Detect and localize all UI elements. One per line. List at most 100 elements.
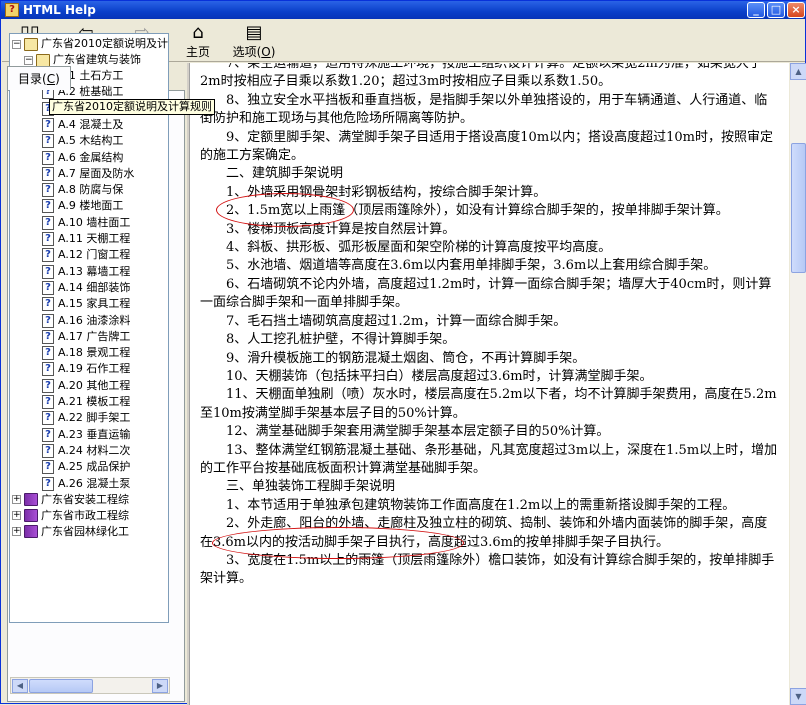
help-page-icon: ? — [42, 166, 54, 181]
tree-book-label: 广东省园林绿化工 — [41, 524, 129, 538]
home-icon: ⌂ — [192, 22, 204, 43]
expand-icon[interactable]: + — [12, 527, 21, 537]
tree-horizontal-scrollbar[interactable]: ◀ ▶ — [10, 677, 170, 694]
open-book-icon — [24, 37, 38, 51]
tree-item[interactable]: ? A.16 油漆涂料 — [42, 313, 130, 329]
tree-book-label: 广东省市政工程综 — [41, 508, 129, 522]
tree-item-label: A.12 门窗工程 — [58, 248, 131, 262]
content-paragraph: 8、独立安全水平挡板和垂直挡板，是指脚手架以外单独搭设的，用于车辆通道、人行通道… — [200, 92, 768, 127]
tree-item[interactable]: ? A.5 木结构工 — [42, 133, 123, 149]
content-paragraph: 4、斜板、拱形板、弧形板屋面和架空阶梯的计算高度按平均高度。 — [226, 240, 612, 256]
content-paragraph: 二、建筑脚手架说明 — [226, 166, 344, 182]
content-paragraph: 9、滑升模板施工的钢筋混凝土烟囱、筒仓，不再计算脚手架。 — [226, 350, 586, 366]
tree-item[interactable]: ? A.18 景观工程 — [42, 345, 130, 361]
tree-item[interactable]: ? A.17 广告牌工 — [42, 329, 130, 345]
tree-item[interactable]: ? A.15 家具工程 — [42, 296, 130, 312]
closed-book-icon — [24, 493, 38, 507]
help-page-icon: ? — [42, 248, 54, 263]
minimize-button[interactable]: _ — [747, 2, 765, 18]
options-button[interactable]: ▤ 选项(O) — [226, 20, 282, 60]
tree-item-label: A.26 混凝土泵 — [58, 476, 131, 490]
tree-item-label: A.17 广告牌工 — [58, 329, 131, 343]
html-help-window: ? HTML Help _ □ × ▯▯ 隐藏 ⇦ 后退 ⇨ 前进 ⌂ 主页 ▤… — [0, 0, 806, 705]
tree-root[interactable]: − 广东省2010定额说明及计算规则 — [12, 36, 168, 52]
tree-scroll-thumb[interactable] — [29, 679, 93, 693]
window-controls: _ □ × — [747, 2, 805, 18]
close-button[interactable]: × — [787, 2, 805, 18]
content-vertical-scrollbar[interactable]: ▲ ▼ — [789, 63, 806, 705]
scroll-down-icon[interactable]: ▼ — [790, 688, 806, 705]
tree-item-label: A.6 金属结构 — [58, 150, 124, 164]
help-page-icon: ? — [42, 476, 54, 491]
tree-item[interactable]: ? A.9 楼地面工 — [42, 198, 123, 214]
tree-item-label: A.11 天棚工程 — [58, 232, 131, 245]
collapse-icon[interactable]: − — [24, 55, 33, 65]
tree-item[interactable]: ? A.20 其他工程 — [42, 378, 130, 394]
tree-root-label: 广东省2010定额说明及计算规则 — [41, 37, 168, 50]
tree-item[interactable]: ? A.21 模板工程 — [42, 394, 130, 410]
home-label: 主页 — [185, 45, 210, 59]
content-paragraph: 1、本节适用于单独承包建筑物装饰工作面高度在1.2m以上的需重新搭设脚手架的工程… — [226, 497, 736, 513]
tree-item[interactable]: ? A.23 垂直运输 — [42, 427, 130, 443]
topic-text: 7、架空运输道，适用特殊施工环境，按施工组织设计计算。定额以架宽2m为准，如架宽… — [200, 63, 780, 589]
tree-item[interactable]: ? A.26 混凝土泵 — [42, 476, 130, 492]
help-page-icon: ? — [42, 215, 54, 230]
tree-book[interactable]: + 广东省园林绿化工 — [12, 524, 129, 540]
tree-item-label: A.5 木结构工 — [58, 134, 124, 148]
tree-item[interactable]: ? A.4 混凝土及 — [42, 117, 123, 133]
tree-item[interactable]: ? A.8 防腐与保 — [42, 182, 123, 198]
options-icon: ▤ — [245, 22, 263, 43]
window-title: HTML Help — [23, 3, 96, 17]
scroll-left-icon[interactable]: ◀ — [12, 679, 28, 693]
tree-item[interactable]: ? A.10 墙柱面工 — [42, 215, 130, 231]
tree-item[interactable]: ? A.6 金属结构 — [42, 150, 123, 166]
help-page-icon: ? — [42, 117, 54, 132]
tree-item[interactable]: ? A.14 细部装饰 — [42, 280, 130, 296]
tree-tooltip: 广东省2010定额说明及计算规则 — [49, 99, 215, 115]
tree-item[interactable]: ? A.12 门窗工程 — [42, 247, 130, 263]
collapse-icon[interactable]: − — [12, 39, 21, 49]
tree-item[interactable]: ? A.22 脚手架工 — [42, 410, 130, 426]
tab-contents-accel: C — [46, 72, 56, 86]
contents-tree[interactable]: −广东省2010定额说明及计算规则−广东省建筑与装饰?A.1 土石方工?A.2 … — [9, 33, 169, 623]
content-paragraph: 7、架空运输道，适用特殊施工环境，按施工组织设计计算。定额以架宽2m为准，如架宽… — [200, 63, 762, 90]
tree-item-label: A.9 楼地面工 — [58, 199, 124, 213]
open-book-icon — [36, 53, 50, 67]
expand-icon[interactable]: + — [12, 511, 21, 521]
title-bar[interactable]: ? HTML Help _ □ × — [1, 1, 806, 19]
tree-book[interactable]: + 广东省安装工程综 — [12, 492, 129, 508]
content-paragraph: 5、水池墙、烟道墙等高度在3.6m以内套用单排脚手架，3.6m以上套用综合脚手架… — [226, 258, 717, 274]
help-page-icon: ? — [42, 411, 54, 426]
help-page-icon: ? — [42, 183, 54, 198]
annotation-circle-1 — [216, 193, 354, 227]
tree-item[interactable]: ? A.11 天棚工程 — [42, 231, 130, 247]
tree-item-label: A.23 垂直运输 — [58, 427, 131, 441]
help-page-icon: ? — [42, 443, 54, 458]
tree-item-label: A.13 幕墙工程 — [58, 264, 131, 278]
topic-content: 7、架空运输道，适用特殊施工环境，按施工组织设计计算。定额以架宽2m为准，如架宽… — [189, 63, 789, 705]
tree-item[interactable]: ? A.7 屋面及防水 — [42, 166, 134, 182]
tree-item[interactable]: ? A.25 成品保护 — [42, 459, 130, 475]
maximize-button[interactable]: □ — [767, 2, 785, 18]
tree-item[interactable]: ? A.24 材料二次 — [42, 443, 130, 459]
scroll-right-icon[interactable]: ▶ — [152, 679, 168, 693]
tree-item-label: A.19 石作工程 — [58, 362, 131, 376]
help-page-icon: ? — [42, 313, 54, 328]
tree-item[interactable]: ? A.19 石作工程 — [42, 361, 130, 377]
help-page-icon: ? — [42, 346, 54, 361]
tab-contents[interactable]: 目录(C) — [7, 66, 71, 90]
content-scroll-thumb[interactable] — [791, 143, 806, 273]
tree-book[interactable]: + 广东省市政工程综 — [12, 508, 129, 524]
help-page-icon: ? — [42, 264, 54, 279]
tree-item-label: A.14 细部装饰 — [58, 280, 131, 294]
help-page-icon: ? — [42, 427, 54, 442]
content-paragraph: 13、整体满堂红钢筋混凝土基础、条形基础，凡其宽度超过3m以上，深度在1.5m以… — [200, 442, 778, 476]
tree-item-label: A.15 家具工程 — [58, 297, 131, 311]
scroll-up-icon[interactable]: ▲ — [790, 63, 806, 80]
help-page-icon: ? — [42, 150, 54, 165]
tab-contents-label: 目录 — [18, 72, 43, 86]
tree-item[interactable]: ? A.13 幕墙工程 — [42, 264, 130, 280]
expand-icon[interactable]: + — [12, 495, 21, 505]
annotation-circle-2 — [212, 527, 464, 559]
home-button[interactable]: ⌂ 主页 — [170, 20, 226, 60]
